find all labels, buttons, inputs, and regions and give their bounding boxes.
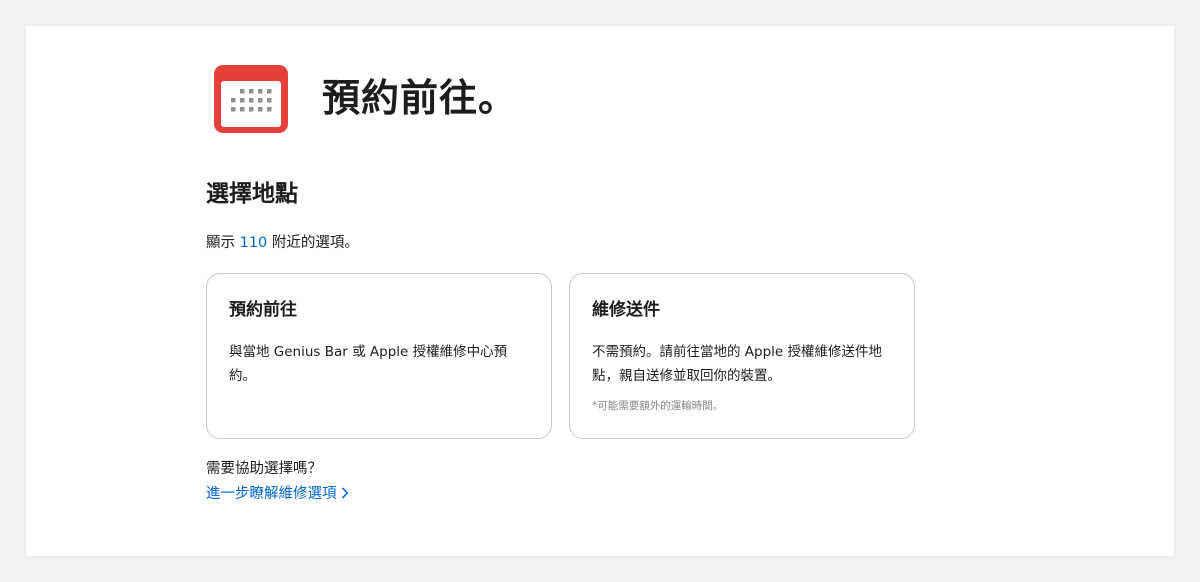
option-card-carry-in[interactable]: 預約前往 與當地 Genius Bar 或 Apple 授權維修中心預約。 [206,273,552,439]
main-panel: 預約前往。 選擇地點 顯示 110 附近的選項。 預約前往 與當地 Genius… [26,26,1174,556]
nearby-text: 顯示 110 附近的選項。 [206,231,359,255]
option-card-description: 與當地 Genius Bar 或 Apple 授權維修中心預約。 [229,344,508,384]
nearby-suffix: 附近的選項。 [271,235,359,251]
page-title: 預約前往。 [322,76,518,120]
option-card-title: 維修送件 [592,300,660,320]
content-column: 預約前往。 選擇地點 顯示 110 附近的選項。 預約前往 與當地 Genius… [206,26,926,556]
location-heading: 選擇地點 [206,181,298,207]
chevron-right-icon [341,483,349,505]
option-card-note: *可能需要額外的運輸時間。 [592,400,724,412]
option-card-drop-off[interactable]: 維修送件 不需預約。請前往當地的 Apple 授權維修送件地點，親自送修並取回你… [569,273,915,439]
calendar-icon [214,65,288,133]
help-question: 需要協助選擇嗎？ [206,461,322,477]
nearby-prefix: 顯示 [206,235,235,251]
option-card-description: 不需預約。請前往當地的 Apple 授權維修送件地點，親自送修並取回你的裝置。 [592,344,883,384]
option-card-title: 預約前往 [229,300,297,320]
learn-more-link[interactable]: 進一步瞭解維修選項 [206,483,349,505]
learn-more-label: 進一步瞭解維修選項 [206,486,337,502]
zip-code-link[interactable]: 110 [240,235,268,251]
